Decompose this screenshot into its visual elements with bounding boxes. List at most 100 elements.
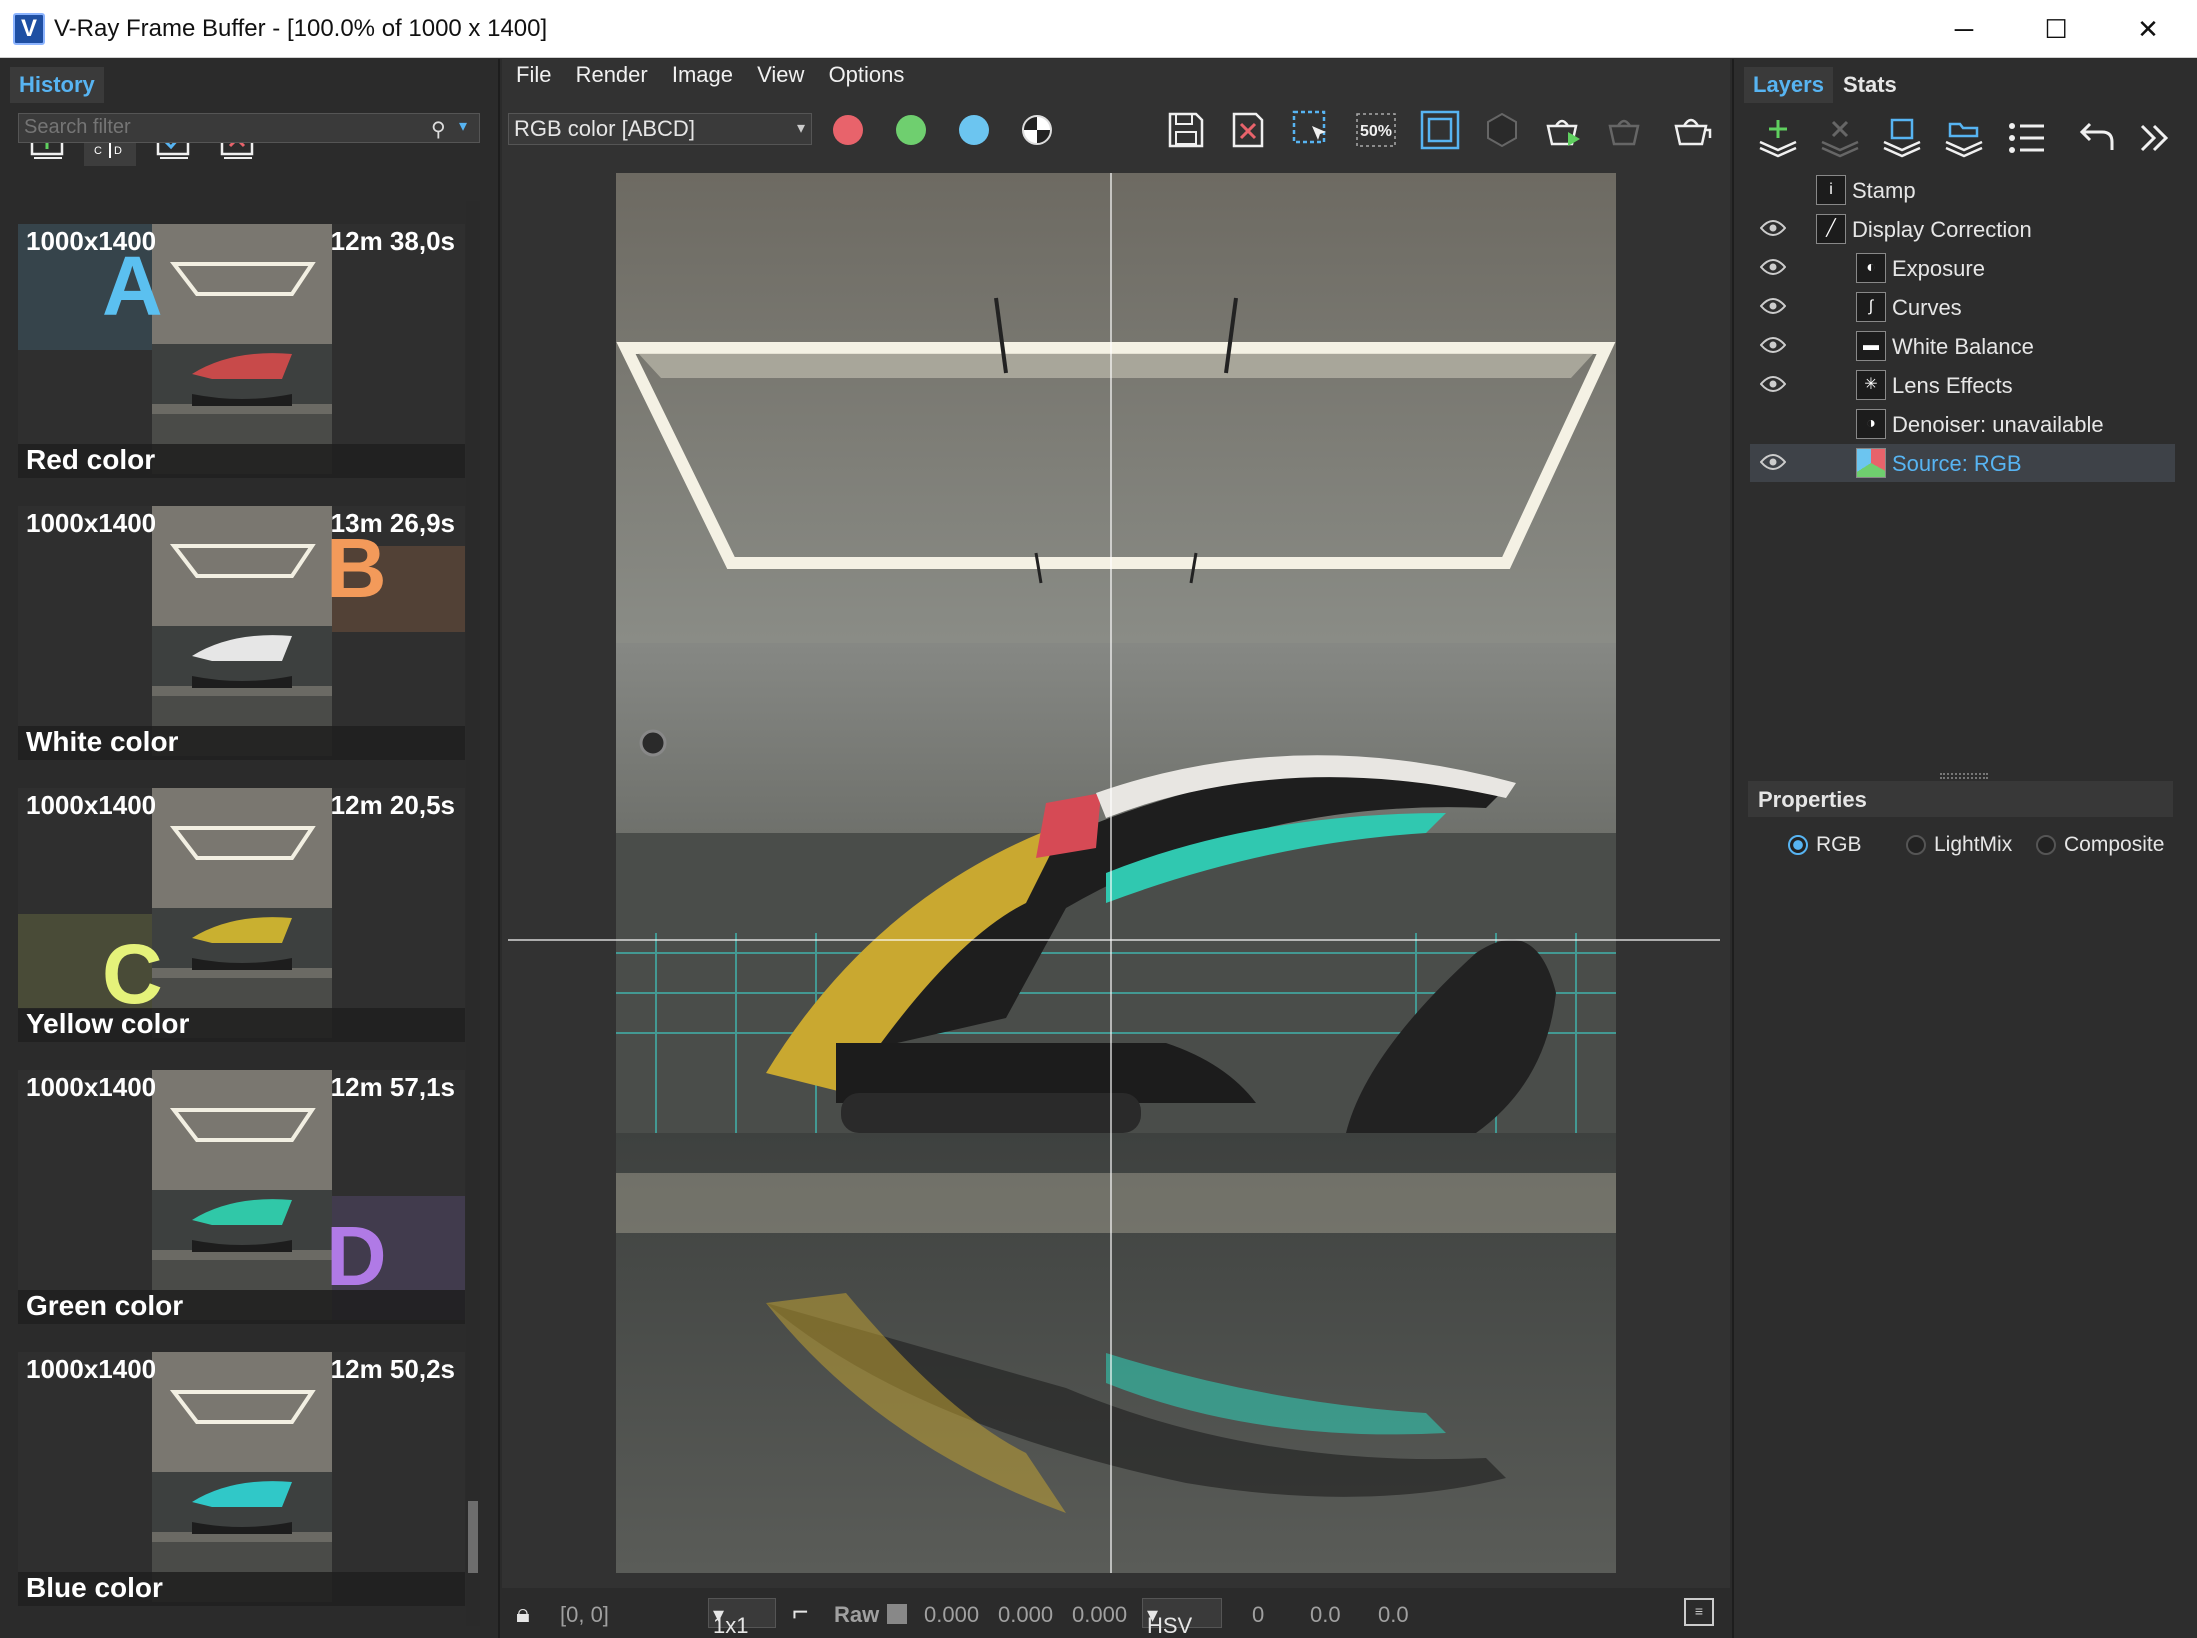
search-icon[interactable]: ⚲ (431, 117, 446, 142)
menu-bar: File Render Image View Options (516, 62, 922, 88)
layer-item[interactable]: ∫ Curves (1750, 288, 2175, 326)
green-channel-button[interactable] (896, 115, 926, 145)
rendered-scene (616, 173, 1616, 1573)
expand-panel-icon[interactable] (2128, 112, 2180, 164)
vray-logo-icon: V (13, 13, 45, 45)
blue-channel-button[interactable] (959, 115, 989, 145)
radio-dot[interactable] (1788, 835, 1808, 856)
render-thumbnail (152, 788, 332, 1038)
radio-label: RGB (1816, 833, 1862, 856)
layer-label: Lens Effects (1892, 373, 2013, 398)
eye-icon[interactable] (1760, 296, 1786, 316)
radio-dot[interactable] (1906, 835, 1926, 856)
tab-layers[interactable]: Layers (1744, 67, 1833, 103)
scrollbar-thumb[interactable] (468, 1501, 478, 1573)
save-image-icon[interactable] (1160, 104, 1212, 156)
denoiser-icon: ◑ (1856, 409, 1886, 439)
minimize-button[interactable]: ─ (1918, 0, 2010, 58)
stamp-icon: i (1816, 175, 1846, 205)
history-item[interactable]: A 1000x1400 12m 38,0s Red color (18, 224, 465, 478)
history-render-time: 12m 50,2s (330, 1354, 455, 1384)
history-item-name: Blue color (26, 1572, 163, 1603)
hue-value: 0 (1252, 1602, 1265, 1627)
undo-icon[interactable] (2070, 112, 2122, 164)
radio-dot[interactable] (2036, 835, 2056, 856)
delete-layer-icon[interactable] (1814, 112, 1866, 164)
history-search-field[interactable]: ⚲ ▾ (18, 113, 480, 143)
saturation-value: 0.0 (1310, 1602, 1341, 1627)
menu-image[interactable]: Image (672, 62, 733, 87)
eye-icon[interactable] (1760, 335, 1786, 355)
layer-presets-icon[interactable] (2000, 112, 2052, 164)
region-select-icon[interactable] (1286, 104, 1338, 156)
crosshair-vertical (1110, 173, 1112, 1573)
layer-item[interactable]: ◑ Denoiser: unavailable (1750, 405, 2175, 443)
alpha-channel-button[interactable] (1022, 115, 1052, 145)
eye-icon[interactable] (1760, 257, 1786, 277)
toggle-panel-icon[interactable]: ≡ (1684, 1598, 1714, 1626)
menu-view[interactable]: View (757, 62, 804, 87)
white-balance-icon: ▬ (1856, 331, 1886, 361)
eye-icon[interactable] (1760, 374, 1786, 394)
history-resolution: 1000x1400 (26, 790, 157, 820)
history-item[interactable]: C 1000x1400 12m 20,5s Yellow color (18, 788, 465, 1042)
pixel-coords: [0, 0] (560, 1602, 609, 1627)
save-layers-icon[interactable] (1876, 112, 1928, 164)
menu-render[interactable]: Render (576, 62, 648, 87)
history-item[interactable]: B 1000x1400 13m 26,9s White color (18, 506, 465, 760)
lock-icon[interactable]: 🔒︎ (516, 1598, 530, 1630)
stop-render-icon[interactable] (1600, 104, 1652, 156)
menu-options[interactable]: Options (829, 62, 905, 87)
color-mode-select[interactable]: HSV ▾ (1142, 1598, 1222, 1638)
render-thumbnail (152, 506, 332, 756)
render-thumbnail (152, 1070, 332, 1320)
layer-item[interactable]: ╱ Display Correction (1750, 210, 2175, 248)
layer-item[interactable]: ◐ Exposure (1750, 249, 2175, 287)
raw-label: Raw (834, 1602, 880, 1627)
red-value: 0.000 (924, 1602, 980, 1627)
channel-select-value: RGB color [ABCD] (514, 116, 695, 141)
zoom-level-icon[interactable]: 50% (1350, 104, 1402, 156)
radio-composite[interactable]: Composite (2036, 833, 2164, 857)
layer-item[interactable]: ✳ Lens Effects (1750, 366, 2175, 404)
history-item[interactable]: D 1000x1400 12m 57,1s Green color (18, 1070, 465, 1324)
close-button[interactable]: ✕ (2102, 0, 2194, 58)
tab-history[interactable]: History (10, 67, 104, 103)
layer-label: Stamp (1852, 178, 1916, 203)
maximize-button[interactable]: ☐ (2010, 0, 2102, 58)
chevron-down-icon[interactable]: ▾ (459, 116, 467, 136)
render-teapot-icon[interactable] (1666, 104, 1718, 156)
history-item[interactable]: 1000x1400 12m 50,2s Blue color (18, 1352, 465, 1606)
sample-select[interactable]: 1x1 ▾ (708, 1598, 776, 1638)
channel-select[interactable]: RGB color [ABCD] ▾ (508, 113, 812, 145)
eye-icon[interactable] (1760, 218, 1786, 238)
panel-splitter[interactable] (1940, 773, 1988, 779)
radio-label: LightMix (1934, 833, 2013, 856)
value-value: 0.0 (1378, 1602, 1409, 1627)
create-layer-icon[interactable] (1752, 112, 1804, 164)
menu-file[interactable]: File (516, 62, 551, 87)
source-rgb-icon: ● (1856, 448, 1886, 478)
layer-item-selected[interactable]: ● Source: RGB (1750, 444, 2175, 482)
layer-label: White Balance (1892, 334, 2034, 359)
load-layers-icon[interactable] (1938, 112, 1990, 164)
history-render-time: 12m 38,0s (330, 226, 455, 256)
interactive-render-icon[interactable] (1476, 104, 1528, 156)
tab-stats[interactable]: Stats (1834, 67, 1906, 103)
render-image[interactable] (616, 173, 1616, 1573)
radio-rgb[interactable]: RGB (1788, 833, 1862, 857)
chevron-down-icon: ▾ (796, 120, 805, 137)
start-render-icon[interactable] (1538, 104, 1590, 156)
clear-image-icon[interactable] (1222, 104, 1274, 156)
red-channel-button[interactable] (833, 115, 863, 145)
radio-lightmix[interactable]: LightMix (1906, 833, 2012, 857)
search-input[interactable] (19, 114, 419, 141)
history-render-time: 12m 57,1s (330, 1072, 455, 1102)
fit-view-icon[interactable] (1414, 104, 1466, 156)
eye-icon[interactable] (1760, 452, 1786, 472)
history-scrollbar[interactable] (466, 201, 480, 1626)
render-thumbnail (152, 224, 332, 474)
layer-item[interactable]: i Stamp (1750, 171, 2175, 209)
color-mode-value: HSV (1147, 1613, 1193, 1638)
layer-item[interactable]: ▬ White Balance (1750, 327, 2175, 365)
